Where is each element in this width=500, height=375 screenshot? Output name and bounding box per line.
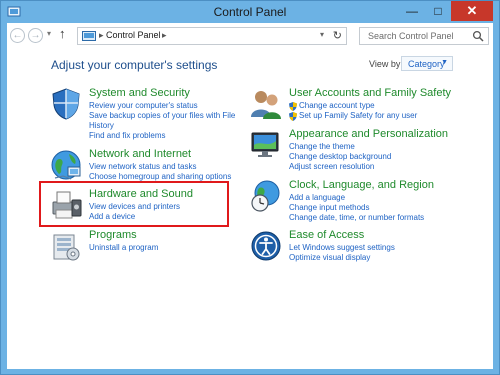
link-family-safety[interactable]: Set up Family Safety for any user — [299, 111, 417, 120]
programs-icon[interactable] — [49, 229, 83, 263]
category-programs: Programs Uninstall a program — [49, 229, 209, 263]
view-by-dropdown[interactable]: Category ▼ — [401, 56, 453, 71]
category-network-and-internet: Network and Internet View network status… — [49, 148, 249, 182]
link-screen-resolution[interactable]: Adjust screen resolution — [289, 162, 374, 171]
network-globe-icon[interactable] — [49, 148, 83, 182]
link-add-language[interactable]: Add a language — [289, 193, 345, 202]
control-panel-window: Control Panel — □ ✕ ← → ▾ ↑ ▸ Control Pa… — [0, 0, 500, 375]
chevron-down-icon: ▼ — [441, 59, 448, 66]
navigation-bar: ← → ▾ ↑ ▸ Control Panel ▸ ▾ ↻ Search Con… — [7, 23, 493, 49]
uac-shield-icon — [289, 112, 297, 121]
link-date-time-formats[interactable]: Change date, time, or number formats — [289, 213, 424, 222]
category-title[interactable]: Network and Internet — [89, 148, 191, 160]
category-ease-of-access: Ease of Access Let Windows suggest setti… — [249, 229, 449, 263]
link-desktop-background[interactable]: Change desktop background — [289, 152, 391, 161]
link-file-history[interactable]: History — [89, 121, 114, 130]
address-bar[interactable]: ▸ Control Panel ▸ ▾ ↻ — [77, 27, 347, 45]
link-find-fix-problems[interactable]: Find and fix problems — [89, 131, 165, 140]
window-controls: — □ ✕ — [399, 1, 493, 21]
link-save-backup[interactable]: Save backup copies of your files with Fi… — [89, 111, 235, 120]
search-icon[interactable] — [472, 30, 484, 42]
page-heading: Adjust your computer's settings — [51, 58, 218, 72]
link-change-theme[interactable]: Change the theme — [289, 142, 355, 151]
maximize-button[interactable]: □ — [425, 1, 451, 21]
link-change-account-type[interactable]: Change account type — [299, 101, 375, 110]
title-bar[interactable]: Control Panel — □ ✕ — [1, 1, 499, 23]
category-title[interactable]: Programs — [89, 229, 137, 241]
link-view-network-status[interactable]: View network status and tasks — [89, 162, 196, 171]
search-placeholder: Search Control Panel — [368, 31, 454, 41]
forward-button[interactable]: → — [28, 28, 43, 43]
breadcrumb-separator[interactable]: ▸ — [99, 30, 104, 41]
link-review-status[interactable]: Review your computer's status — [89, 101, 198, 110]
recent-locations-dropdown[interactable]: ▾ — [47, 29, 51, 38]
breadcrumb-separator[interactable]: ▸ — [162, 30, 167, 41]
up-button[interactable]: ↑ — [59, 26, 66, 41]
link-input-methods[interactable]: Change input methods — [289, 203, 370, 212]
category-clock-language-region: Clock, Language, and Region Add a langua… — [249, 179, 459, 225]
category-title[interactable]: System and Security — [89, 87, 190, 99]
monitor-icon[interactable] — [249, 128, 283, 162]
refresh-button[interactable]: ↻ — [333, 29, 342, 42]
view-by-label: View by: — [369, 59, 403, 69]
address-dropdown-button[interactable]: ▾ — [320, 30, 324, 39]
back-button[interactable]: ← — [10, 28, 25, 43]
client-area: ← → ▾ ↑ ▸ Control Panel ▸ ▾ ↻ Search Con… — [7, 23, 493, 369]
category-user-accounts: User Accounts and Family Safety Change a… — [249, 87, 459, 121]
minimize-button[interactable]: — — [399, 1, 425, 21]
link-uninstall-program[interactable]: Uninstall a program — [89, 243, 158, 252]
highlight-box — [39, 181, 229, 227]
category-system-and-security: System and Security Review your computer… — [49, 87, 239, 143]
ease-of-access-icon[interactable] — [249, 229, 283, 263]
category-title[interactable]: Appearance and Personalization — [289, 128, 448, 140]
uac-shield-icon — [289, 102, 297, 111]
view-by-value: Category — [408, 59, 445, 69]
control-panel-location-icon — [82, 31, 96, 41]
link-suggest-settings[interactable]: Let Windows suggest settings — [289, 243, 395, 252]
search-input[interactable]: Search Control Panel — [359, 27, 489, 45]
category-title[interactable]: Ease of Access — [289, 229, 364, 241]
users-icon[interactable] — [249, 87, 283, 121]
link-optimize-visual-display[interactable]: Optimize visual display — [289, 253, 370, 262]
link-homegroup-sharing[interactable]: Choose homegroup and sharing options — [89, 172, 231, 181]
breadcrumb-control-panel[interactable]: Control Panel — [106, 30, 161, 40]
category-title[interactable]: Clock, Language, and Region — [289, 179, 434, 191]
close-button[interactable]: ✕ — [451, 1, 493, 21]
shield-icon[interactable] — [49, 87, 83, 121]
clock-globe-icon[interactable] — [249, 179, 283, 213]
category-appearance-personalization: Appearance and Personalization Change th… — [249, 128, 459, 174]
category-title[interactable]: User Accounts and Family Safety — [289, 87, 451, 99]
